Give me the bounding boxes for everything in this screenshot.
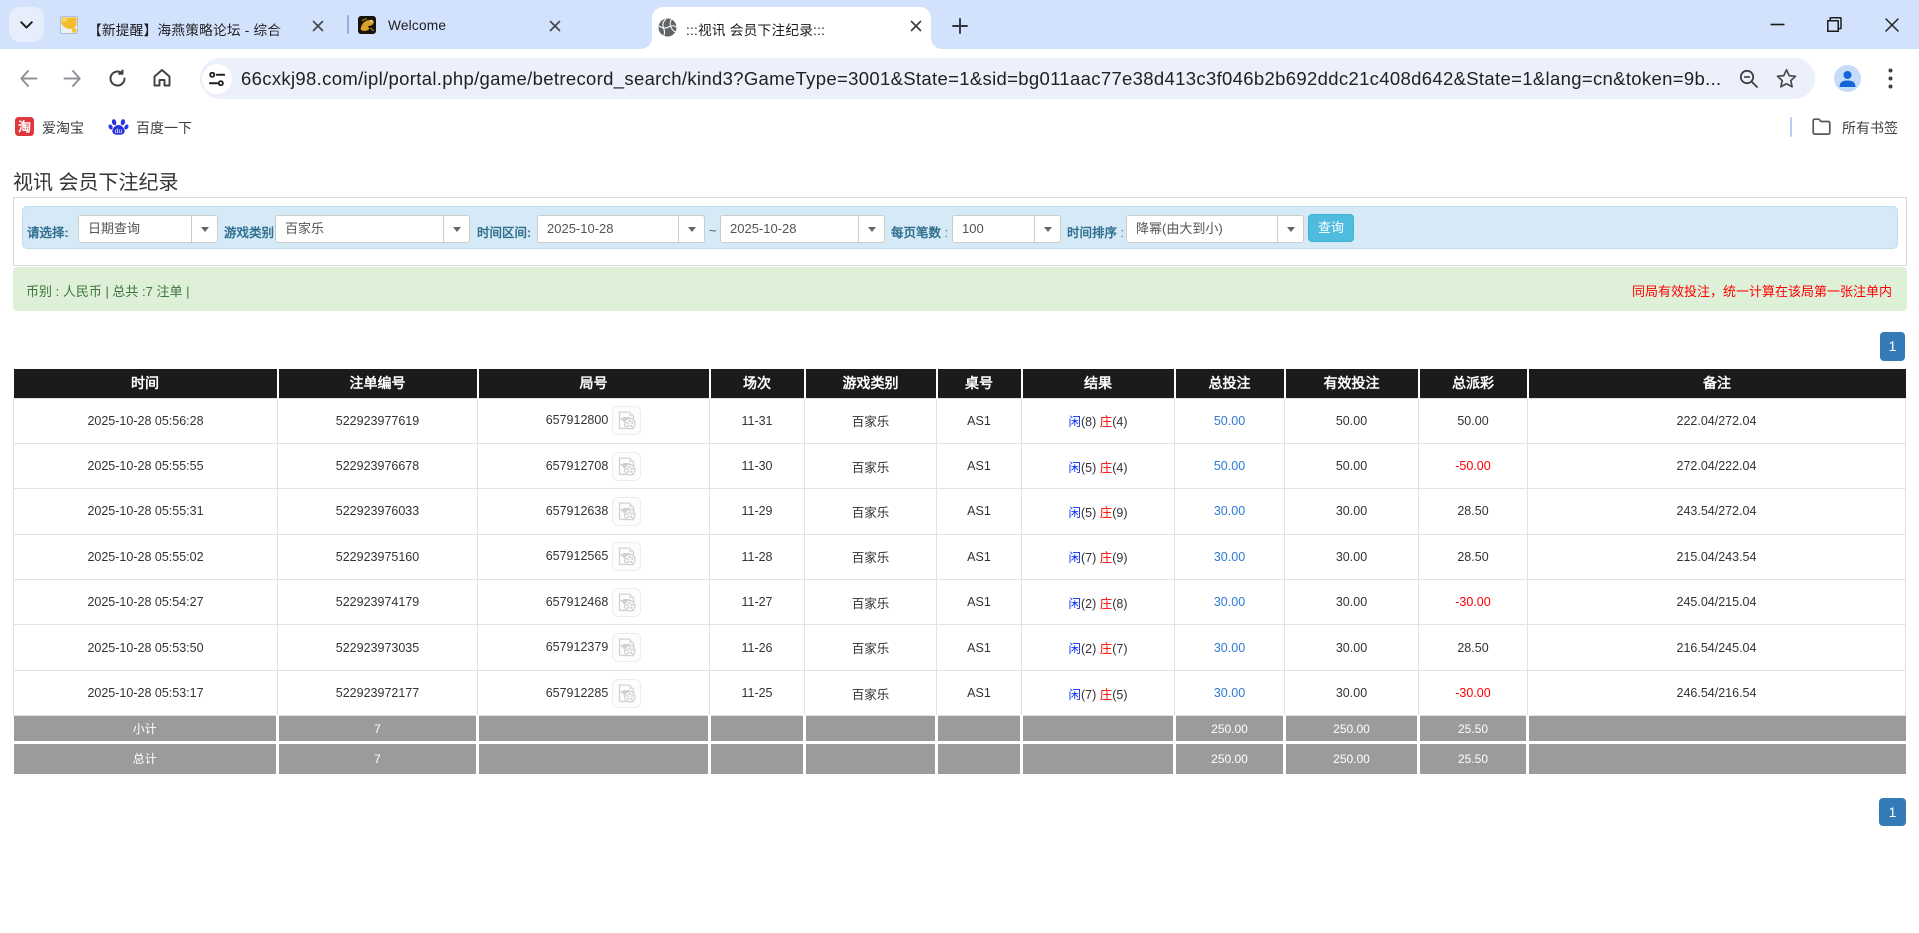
svg-text:du: du [115, 128, 123, 135]
svg-text:淘: 淘 [18, 120, 31, 135]
